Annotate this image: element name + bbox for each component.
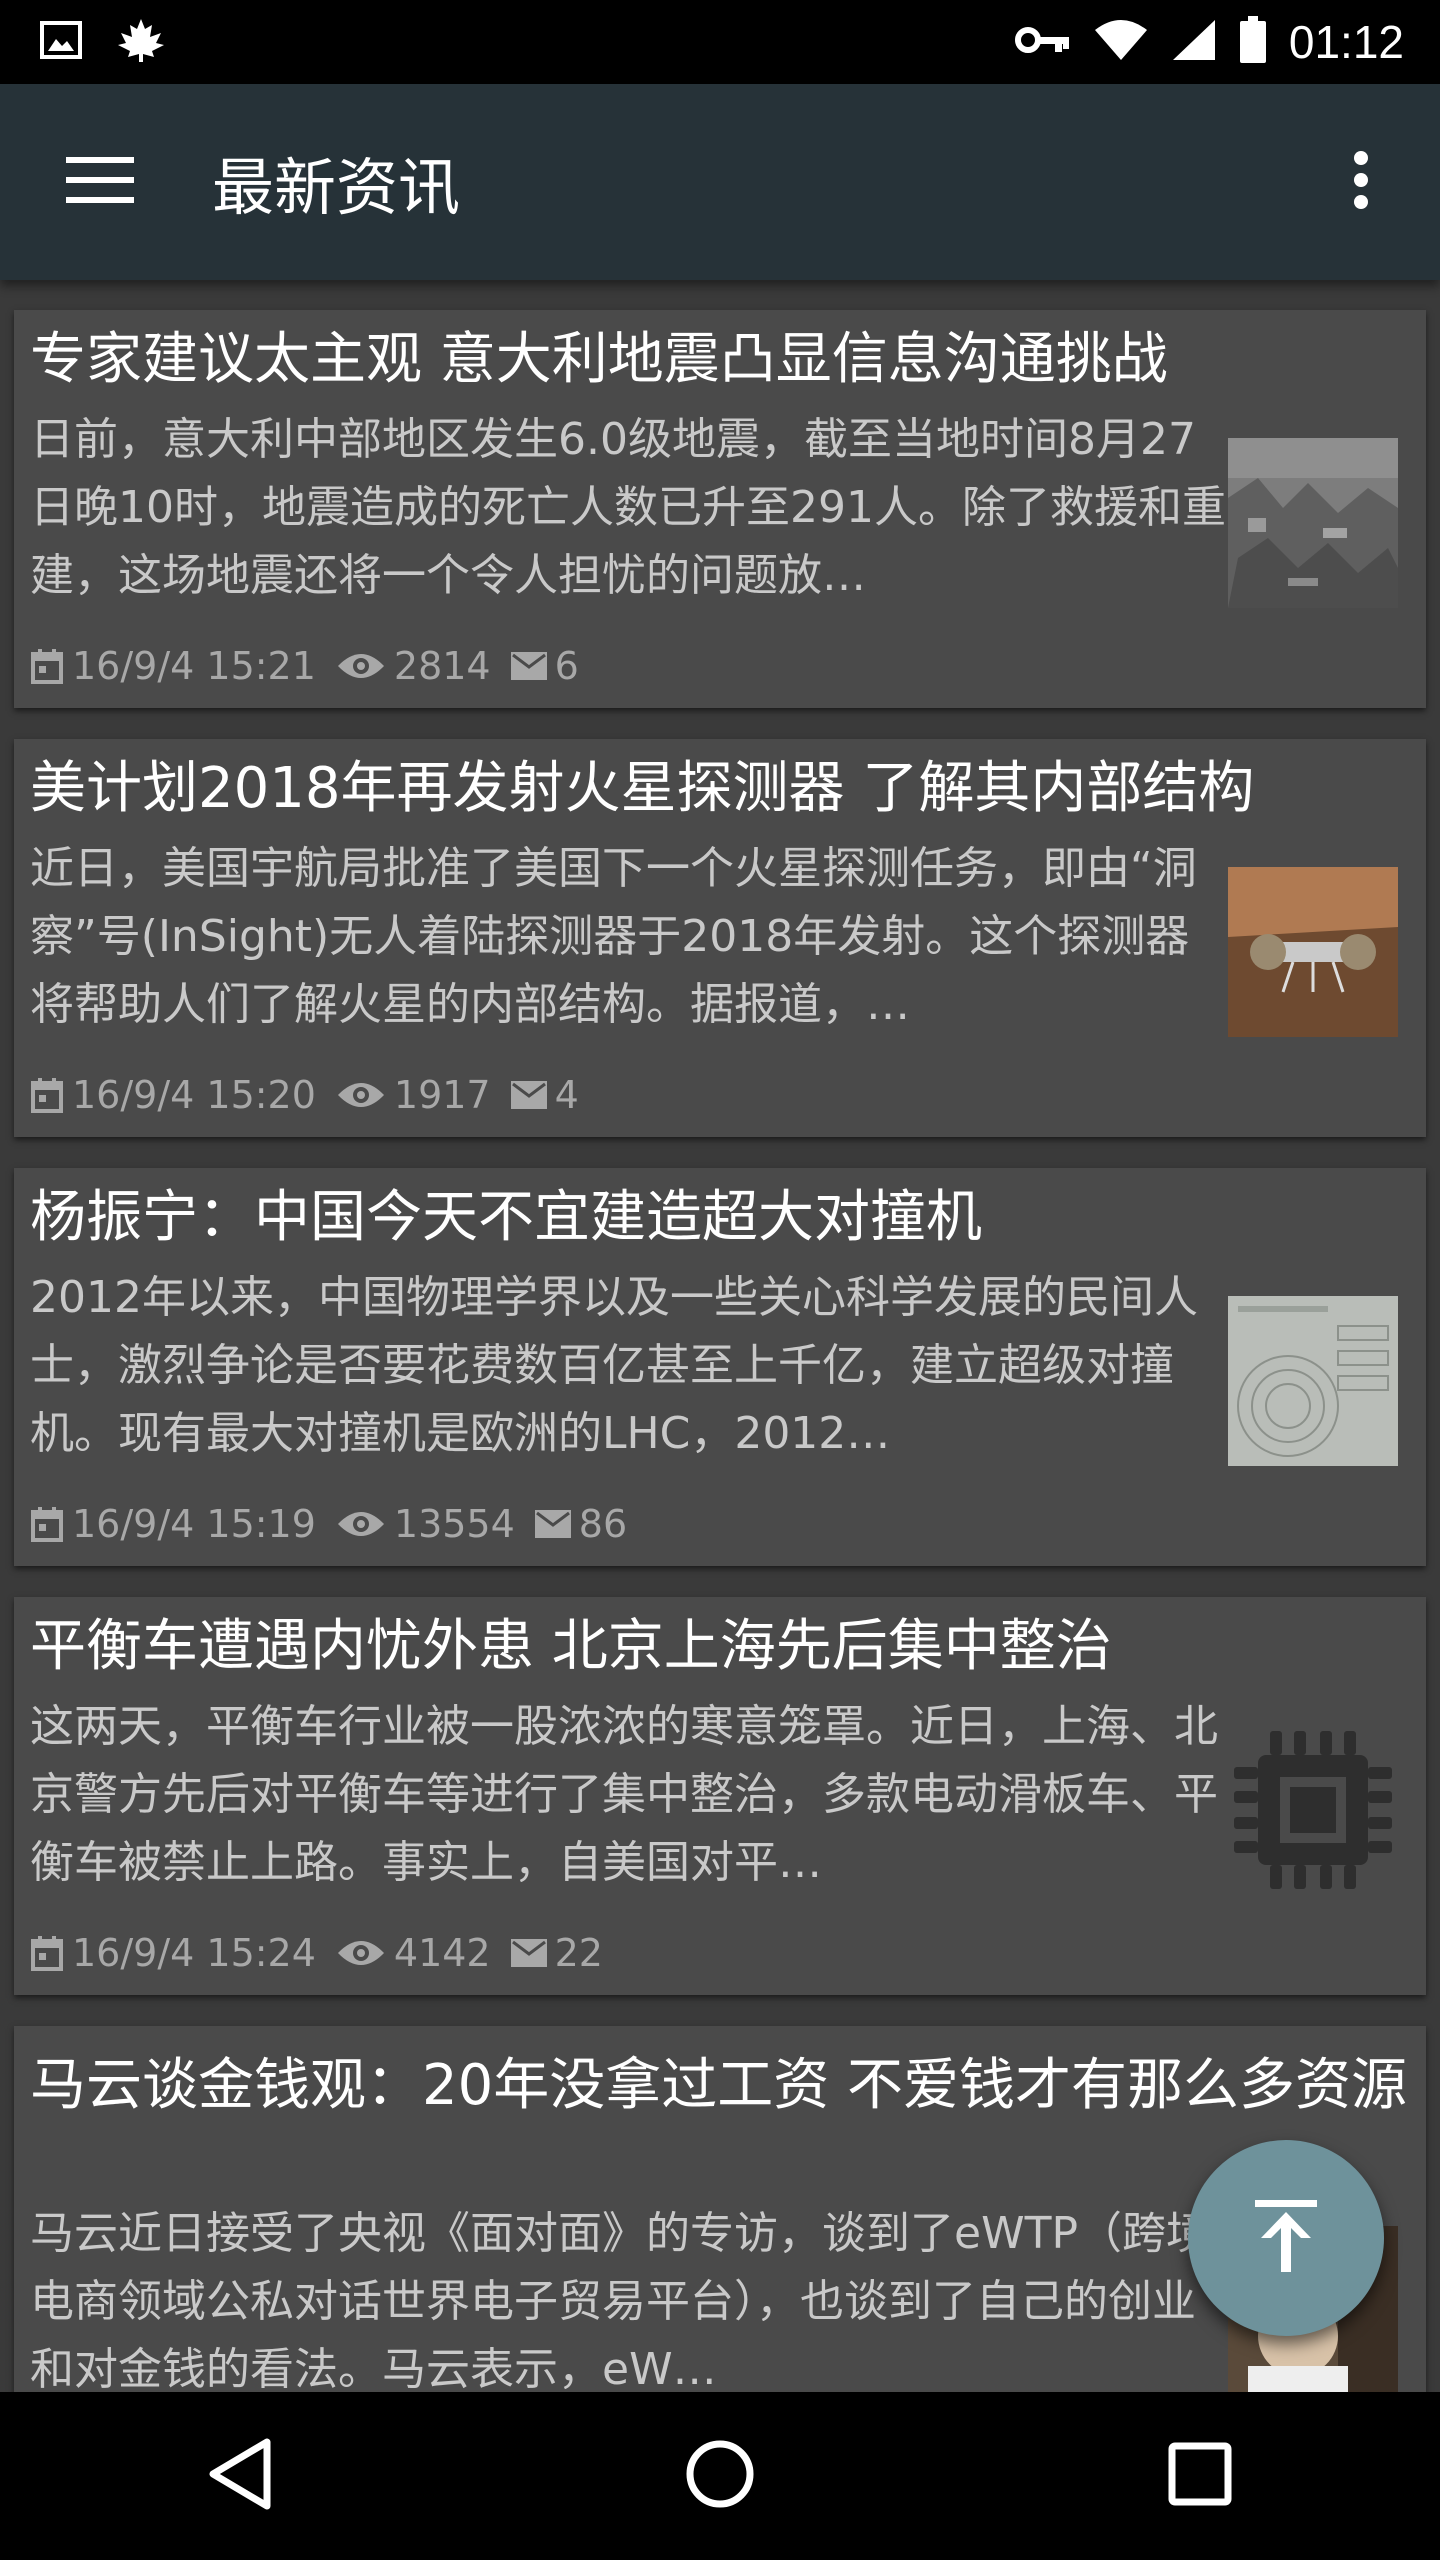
eye-icon <box>336 1508 386 1540</box>
news-views: 1917 <box>393 1073 491 1117</box>
news-summary: 马云近日接受了央视《面对面》的专访，谈到了eWTP（跨境电商领域公私对话世界电子… <box>30 2208 1210 2392</box>
calendar-icon <box>30 1935 64 1971</box>
news-title: 马云谈金钱观：20年没拿过工资 不爱钱才有那么多资源 <box>30 2053 1408 2118</box>
news-comments: 86 <box>578 1502 628 1546</box>
back-icon <box>207 2438 273 2514</box>
navigation-bar <box>0 2392 1440 2560</box>
scroll-to-top-button[interactable] <box>1188 2140 1384 2336</box>
news-summary: 这两天，平衡车行业被一股浓浓的寒意笼罩。近日，上海、北京警方先后对平衡车等进行了… <box>30 1701 1218 1888</box>
news-date: 16/9/4 15:20 <box>72 1073 316 1117</box>
news-comments: 4 <box>554 1073 579 1117</box>
mail-icon <box>510 652 547 680</box>
calendar-icon <box>30 1077 64 1113</box>
news-comments: 6 <box>554 644 579 688</box>
back-button[interactable] <box>170 2406 310 2546</box>
wifi-icon <box>1093 18 1149 66</box>
menu-button[interactable] <box>40 122 160 242</box>
hamburger-menu-icon <box>66 155 134 209</box>
news-card[interactable]: 专家建议太主观 意大利地震凸显信息沟通挑战 日前，意大利中部地区发生6.0级地震… <box>14 310 1426 708</box>
vpn-key-icon <box>1014 25 1071 59</box>
news-views: 2814 <box>393 644 491 688</box>
news-views: 13554 <box>393 1502 515 1546</box>
recents-icon <box>1168 2442 1232 2510</box>
news-card[interactable]: 美计划2018年再发射火星探测器 了解其内部结构 近日，美国宇航局批准了美国下一… <box>14 739 1426 1137</box>
news-summary: 近日，美国宇航局批准了美国下一个火星探测任务，即由“洞察”号(InSight)无… <box>30 843 1197 1030</box>
chip-placeholder-icon <box>1228 1725 1398 1895</box>
news-card[interactable]: 杨振宁：中国今天不宜建造超大对撞机 2012年以来，中国物理学界以及一些关心科学… <box>14 1168 1426 1566</box>
more-vert-icon <box>1353 150 1369 214</box>
mail-icon <box>510 1939 547 1967</box>
news-list[interactable]: 专家建议太主观 意大利地震凸显信息沟通挑战 日前，意大利中部地区发生6.0级地震… <box>0 280 1440 2392</box>
news-title: 杨振宁：中国今天不宜建造超大对撞机 <box>30 1185 982 1250</box>
news-meta: 16/9/4 15:21 2814 6 <box>30 644 599 688</box>
news-summary: 2012年以来，中国物理学界以及一些关心科学发展的民间人士，激烈争论是否要花费数… <box>30 1272 1198 1459</box>
collider-diagram-image <box>1228 1296 1398 1466</box>
mail-icon <box>534 1510 571 1538</box>
status-time: 01:12 <box>1288 16 1404 68</box>
mars-lander-photo <box>1228 867 1398 1037</box>
home-button[interactable] <box>650 2406 790 2546</box>
news-date: 16/9/4 15:24 <box>72 1931 316 1975</box>
signal-icon <box>1171 18 1217 66</box>
page-title: 最新资讯 <box>212 151 461 224</box>
maple-leaf-icon <box>116 17 166 67</box>
news-title: 平衡车遭遇内忧外患 北京上海先后集中整治 <box>30 1614 1112 1679</box>
app-bar: 最新资讯 <box>0 84 1440 280</box>
recents-button[interactable] <box>1130 2406 1270 2546</box>
calendar-icon <box>30 1506 64 1542</box>
earthquake-rubble-photo <box>1228 438 1398 608</box>
news-meta: 16/9/4 15:20 1917 4 <box>30 1073 599 1117</box>
eye-icon <box>336 1079 386 1111</box>
calendar-icon <box>30 648 64 684</box>
news-title: 美计划2018年再发射火星探测器 了解其内部结构 <box>30 756 1255 821</box>
news-date: 16/9/4 15:19 <box>72 1502 316 1546</box>
status-bar: 01:12 <box>0 0 1440 84</box>
news-meta: 16/9/4 15:19 13554 86 <box>30 1502 647 1546</box>
overflow-menu-button[interactable] <box>1316 122 1406 242</box>
news-date: 16/9/4 15:21 <box>72 644 316 688</box>
news-title: 专家建议太主观 意大利地震凸显信息沟通挑战 <box>30 327 1168 392</box>
mail-icon <box>510 1081 547 1109</box>
news-comments: 22 <box>554 1931 603 1975</box>
news-summary: 日前，意大利中部地区发生6.0级地震，截至当地时间8月27日晚10时，地震造成的… <box>30 414 1226 601</box>
eye-icon <box>336 650 386 682</box>
news-card[interactable]: 平衡车遭遇内忧外患 北京上海先后集中整治 这两天，平衡车行业被一股浓浓的寒意笼罩… <box>14 1597 1426 1995</box>
home-icon <box>684 2438 756 2514</box>
battery-icon <box>1239 16 1267 68</box>
image-icon <box>40 21 82 63</box>
eye-icon <box>336 1937 386 1969</box>
news-meta: 16/9/4 15:24 4142 22 <box>30 1931 623 1975</box>
news-views: 4142 <box>393 1931 491 1975</box>
scroll-to-top-icon <box>1251 2198 1321 2278</box>
